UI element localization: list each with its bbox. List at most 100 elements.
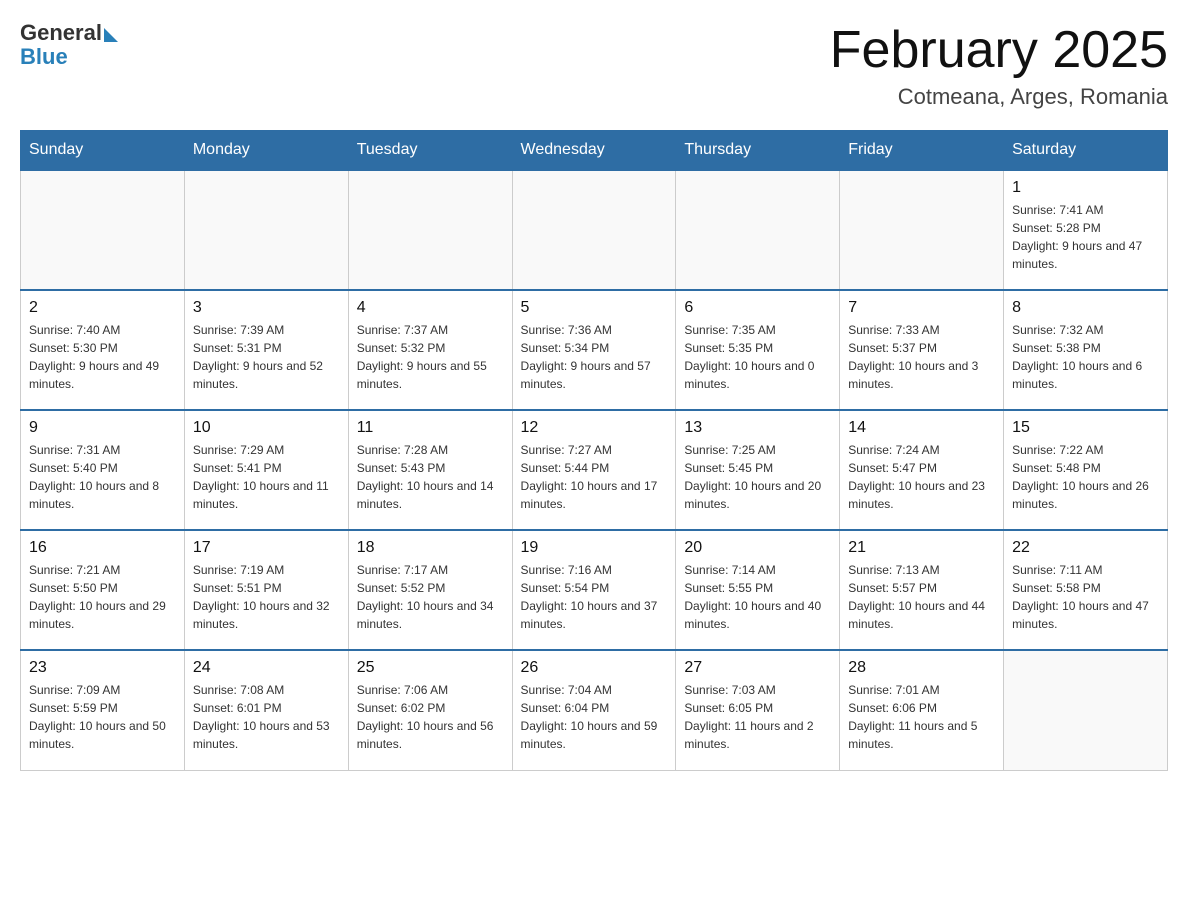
col-saturday: Saturday (1004, 131, 1168, 171)
day-number: 16 (29, 539, 176, 557)
calendar-cell: 11 Sunrise: 7:28 AMSunset: 5:43 PMDayligh… (348, 410, 512, 530)
day-number: 28 (848, 659, 995, 677)
calendar-cell: 16 Sunrise: 7:21 AMSunset: 5:50 PMDayligh… (21, 530, 185, 650)
calendar-title: February 2025 (830, 20, 1168, 80)
calendar-cell (676, 170, 840, 290)
calendar-cell: 17Sunrise: 7:19 AMSunset: 5:51 PMDayligh… (184, 530, 348, 650)
day-info: Sunrise: 7:33 AMSunset: 5:37 PMDaylight:… (848, 321, 995, 393)
day-info: Sunrise: 7:22 AMSunset: 5:48 PMDaylight:… (1012, 441, 1159, 513)
day-number: 4 (357, 299, 504, 317)
logo-arrow-icon (104, 28, 118, 42)
calendar-cell: 21 Sunrise: 7:13 AMSunset: 5:57 PMDayligh… (840, 530, 1004, 650)
day-number: 1 (1012, 179, 1159, 197)
calendar-header-row: Sunday Monday Tuesday Wednesday Thursday… (21, 131, 1168, 171)
calendar-cell: 9 Sunrise: 7:31 AMSunset: 5:40 PMDaylight… (21, 410, 185, 530)
day-number: 2 (29, 299, 176, 317)
day-number: 8 (1012, 299, 1159, 317)
calendar-cell: 7 Sunrise: 7:33 AMSunset: 5:37 PMDaylight… (840, 290, 1004, 410)
calendar-cell: 25Sunrise: 7:06 AMSunset: 6:02 PMDayligh… (348, 650, 512, 770)
col-thursday: Thursday (676, 131, 840, 171)
calendar-cell (840, 170, 1004, 290)
calendar-cell: 6 Sunrise: 7:35 AMSunset: 5:35 PMDaylight… (676, 290, 840, 410)
day-info: Sunrise: 7:39 AMSunset: 5:31 PMDaylight:… (193, 321, 340, 393)
day-number: 24 (193, 659, 340, 677)
day-info: Sunrise: 7:08 AMSunset: 6:01 PMDaylight:… (193, 681, 340, 753)
day-number: 26 (521, 659, 668, 677)
calendar-week-row: 2 Sunrise: 7:40 AMSunset: 5:30 PMDaylight… (21, 290, 1168, 410)
calendar-cell (348, 170, 512, 290)
day-info: Sunrise: 7:28 AMSunset: 5:43 PMDaylight:… (357, 441, 504, 513)
calendar-cell: 27 Sunrise: 7:03 AMSunset: 6:05 PMDayligh… (676, 650, 840, 770)
title-section: February 2025 Cotmeana, Arges, Romania (830, 20, 1168, 110)
day-info: Sunrise: 7:04 AMSunset: 6:04 PMDaylight:… (521, 681, 668, 753)
calendar-cell: 1 Sunrise: 7:41 AMSunset: 5:28 PMDaylight… (1004, 170, 1168, 290)
day-number: 3 (193, 299, 340, 317)
calendar-cell: 26 Sunrise: 7:04 AMSunset: 6:04 PMDayligh… (512, 650, 676, 770)
calendar-cell: 12 Sunrise: 7:27 AMSunset: 5:44 PMDayligh… (512, 410, 676, 530)
day-number: 9 (29, 419, 176, 437)
day-info: Sunrise: 7:13 AMSunset: 5:57 PMDaylight:… (848, 561, 995, 633)
day-number: 20 (684, 539, 831, 557)
calendar-week-row: 23Sunrise: 7:09 AMSunset: 5:59 PMDayligh… (21, 650, 1168, 770)
day-info: Sunrise: 7:41 AMSunset: 5:28 PMDaylight:… (1012, 201, 1159, 273)
day-number: 27 (684, 659, 831, 677)
day-number: 13 (684, 419, 831, 437)
calendar-cell (1004, 650, 1168, 770)
calendar-cell: 15 Sunrise: 7:22 AMSunset: 5:48 PMDayligh… (1004, 410, 1168, 530)
calendar-table: Sunday Monday Tuesday Wednesday Thursday… (20, 130, 1168, 771)
day-number: 11 (357, 419, 504, 437)
day-info: Sunrise: 7:17 AMSunset: 5:52 PMDaylight:… (357, 561, 504, 633)
calendar-cell: 14Sunrise: 7:24 AMSunset: 5:47 PMDayligh… (840, 410, 1004, 530)
calendar-cell: 19Sunrise: 7:16 AMSunset: 5:54 PMDayligh… (512, 530, 676, 650)
day-info: Sunrise: 7:11 AMSunset: 5:58 PMDaylight:… (1012, 561, 1159, 633)
day-info: Sunrise: 7:01 AMSunset: 6:06 PMDaylight:… (848, 681, 995, 753)
calendar-cell: 24 Sunrise: 7:08 AMSunset: 6:01 PMDayligh… (184, 650, 348, 770)
day-info: Sunrise: 7:06 AMSunset: 6:02 PMDaylight:… (357, 681, 504, 753)
day-number: 18 (357, 539, 504, 557)
day-number: 23 (29, 659, 176, 677)
calendar-week-row: 1 Sunrise: 7:41 AMSunset: 5:28 PMDaylight… (21, 170, 1168, 290)
day-info: Sunrise: 7:35 AMSunset: 5:35 PMDaylight:… (684, 321, 831, 393)
day-info: Sunrise: 7:27 AMSunset: 5:44 PMDaylight:… (521, 441, 668, 513)
day-info: Sunrise: 7:32 AMSunset: 5:38 PMDaylight:… (1012, 321, 1159, 393)
day-number: 12 (521, 419, 668, 437)
calendar-cell: 22 Sunrise: 7:11 AMSunset: 5:58 PMDayligh… (1004, 530, 1168, 650)
page-header: General Blue February 2025 Cotmeana, Arg… (20, 20, 1168, 110)
calendar-cell: 18 Sunrise: 7:17 AMSunset: 5:52 PMDayligh… (348, 530, 512, 650)
day-info: Sunrise: 7:25 AMSunset: 5:45 PMDaylight:… (684, 441, 831, 513)
calendar-cell: 10 Sunrise: 7:29 AMSunset: 5:41 PMDayligh… (184, 410, 348, 530)
logo-general-text: General (20, 20, 102, 46)
calendar-cell: 20 Sunrise: 7:14 AMSunset: 5:55 PMDayligh… (676, 530, 840, 650)
day-info: Sunrise: 7:21 AMSunset: 5:50 PMDaylight:… (29, 561, 176, 633)
col-monday: Monday (184, 131, 348, 171)
day-info: Sunrise: 7:19 AMSunset: 5:51 PMDaylight:… (193, 561, 340, 633)
calendar-cell: 4 Sunrise: 7:37 AMSunset: 5:32 PMDaylight… (348, 290, 512, 410)
day-number: 22 (1012, 539, 1159, 557)
day-info: Sunrise: 7:40 AMSunset: 5:30 PMDaylight:… (29, 321, 176, 393)
calendar-cell: 8 Sunrise: 7:32 AMSunset: 5:38 PMDaylight… (1004, 290, 1168, 410)
day-info: Sunrise: 7:03 AMSunset: 6:05 PMDaylight:… (684, 681, 831, 753)
day-number: 10 (193, 419, 340, 437)
col-tuesday: Tuesday (348, 131, 512, 171)
day-info: Sunrise: 7:14 AMSunset: 5:55 PMDaylight:… (684, 561, 831, 633)
day-number: 21 (848, 539, 995, 557)
day-number: 15 (1012, 419, 1159, 437)
day-info: Sunrise: 7:37 AMSunset: 5:32 PMDaylight:… (357, 321, 504, 393)
day-info: Sunrise: 7:31 AMSunset: 5:40 PMDaylight:… (29, 441, 176, 513)
calendar-cell: 2 Sunrise: 7:40 AMSunset: 5:30 PMDaylight… (21, 290, 185, 410)
day-number: 6 (684, 299, 831, 317)
day-info: Sunrise: 7:24 AMSunset: 5:47 PMDaylight:… (848, 441, 995, 513)
col-friday: Friday (840, 131, 1004, 171)
calendar-cell (184, 170, 348, 290)
day-info: Sunrise: 7:36 AMSunset: 5:34 PMDaylight:… (521, 321, 668, 393)
day-number: 7 (848, 299, 995, 317)
calendar-cell: 23Sunrise: 7:09 AMSunset: 5:59 PMDayligh… (21, 650, 185, 770)
calendar-cell (512, 170, 676, 290)
calendar-week-row: 9 Sunrise: 7:31 AMSunset: 5:40 PMDaylight… (21, 410, 1168, 530)
col-sunday: Sunday (21, 131, 185, 171)
day-number: 5 (521, 299, 668, 317)
logo: General Blue (20, 20, 118, 70)
day-info: Sunrise: 7:29 AMSunset: 5:41 PMDaylight:… (193, 441, 340, 513)
calendar-cell (21, 170, 185, 290)
calendar-cell: 13 Sunrise: 7:25 AMSunset: 5:45 PMDayligh… (676, 410, 840, 530)
